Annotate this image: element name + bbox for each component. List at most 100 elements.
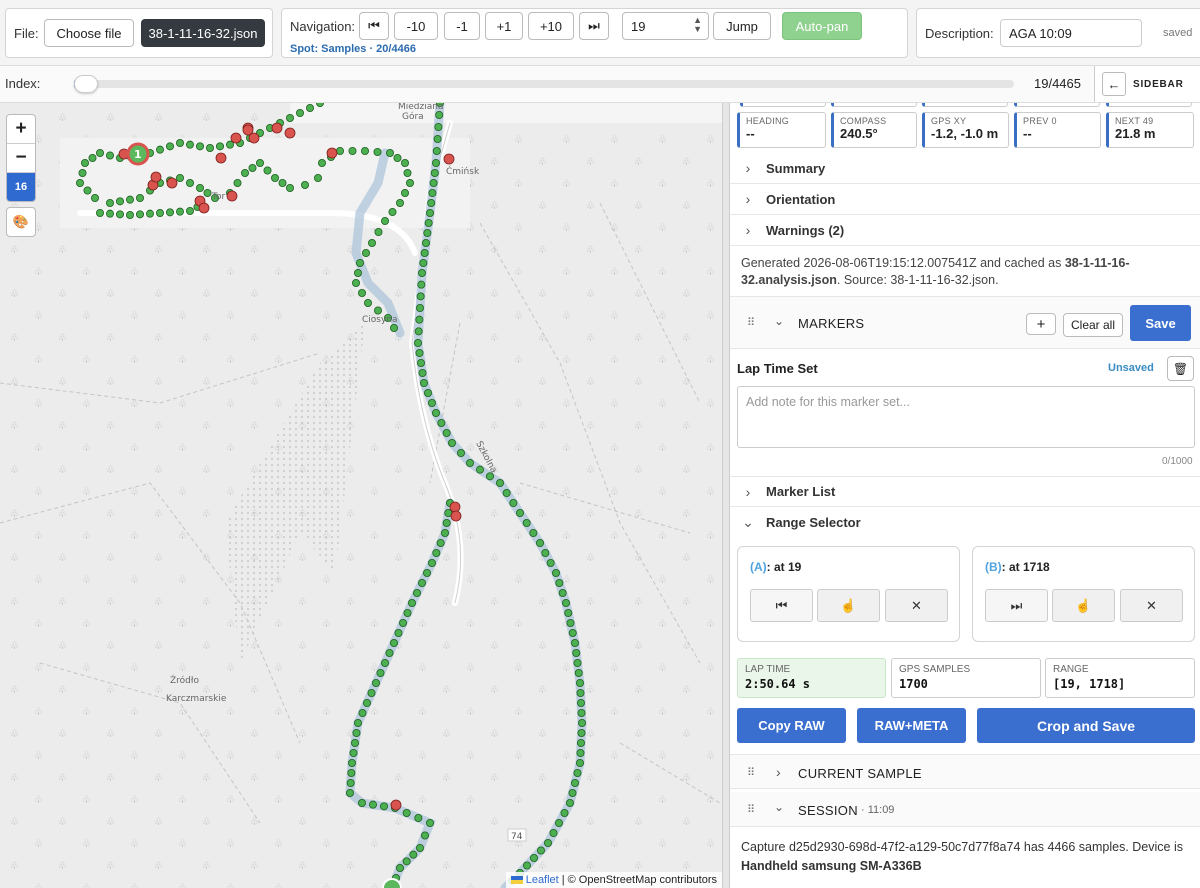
track-point[interactable] <box>380 217 389 226</box>
track-point[interactable] <box>371 679 380 688</box>
track-point[interactable] <box>313 174 322 183</box>
track-point[interactable] <box>465 458 474 467</box>
track-point[interactable] <box>536 538 545 547</box>
map[interactable]: ♧♧ <box>0 103 722 888</box>
track-point[interactable] <box>362 699 371 708</box>
autopan-button[interactable]: Auto-pan <box>782 12 862 40</box>
back-10-button[interactable]: -10 <box>394 12 438 40</box>
section-warnings[interactable]: › Warnings (2) <box>730 215 1200 246</box>
track-point[interactable] <box>530 854 539 863</box>
track-point[interactable] <box>522 518 531 527</box>
clear-b-icon[interactable]: ✕ <box>1120 589 1183 622</box>
warning-point[interactable] <box>443 153 455 165</box>
track-point[interactable] <box>347 769 356 778</box>
track-point[interactable] <box>428 189 437 198</box>
track-point[interactable] <box>316 103 324 107</box>
track-point[interactable] <box>571 779 580 788</box>
track-point[interactable] <box>349 749 358 758</box>
track-point[interactable] <box>421 238 430 247</box>
track-point[interactable] <box>546 558 555 567</box>
track-point[interactable] <box>351 278 360 287</box>
track-point[interactable] <box>420 248 429 257</box>
track-point[interactable] <box>357 799 366 808</box>
track-point[interactable] <box>560 809 569 818</box>
track-point[interactable] <box>577 739 586 748</box>
track-point[interactable] <box>433 135 442 144</box>
track-point[interactable] <box>225 140 234 149</box>
jump-input[interactable]: 19 ▲ ▼ <box>622 12 709 40</box>
track-point[interactable] <box>350 739 359 748</box>
track-point[interactable] <box>427 558 436 567</box>
track-point[interactable] <box>571 639 580 648</box>
leaflet-link[interactable]: Leaflet <box>526 874 559 886</box>
crop-and-save-button[interactable]: Crop and Save <box>977 708 1195 743</box>
track-point[interactable] <box>96 149 105 158</box>
track-point[interactable] <box>419 378 428 387</box>
track-point[interactable] <box>436 538 445 547</box>
track-point[interactable] <box>126 211 135 220</box>
track-point[interactable] <box>423 388 432 397</box>
zoom-out-button[interactable]: − <box>7 144 35 173</box>
track-point[interactable] <box>430 169 439 178</box>
track-point[interactable] <box>409 850 418 859</box>
copy-raw-button[interactable]: Copy RAW <box>737 708 846 743</box>
track-point[interactable] <box>116 197 125 206</box>
track-point[interactable] <box>415 315 424 324</box>
track-point[interactable] <box>415 348 424 357</box>
track-point[interactable] <box>576 759 585 768</box>
track-point[interactable] <box>502 488 511 497</box>
track-point[interactable] <box>555 578 564 587</box>
track-point[interactable] <box>414 814 423 823</box>
track-point[interactable] <box>405 179 414 188</box>
track-point[interactable] <box>573 659 582 668</box>
track-point[interactable] <box>402 857 411 866</box>
track-point[interactable] <box>434 122 443 131</box>
track-point[interactable] <box>402 809 411 818</box>
warning-point[interactable] <box>198 202 210 214</box>
track-point[interactable] <box>175 139 184 148</box>
track-point[interactable] <box>427 398 436 407</box>
track-point[interactable] <box>106 151 115 160</box>
add-marker-button[interactable]: + <box>1026 313 1056 335</box>
track-point[interactable] <box>574 669 583 678</box>
track-point[interactable] <box>358 709 367 718</box>
description-input[interactable]: AGA 10:09 <box>1000 19 1142 47</box>
track-point[interactable] <box>263 166 272 175</box>
track-point[interactable] <box>373 148 382 157</box>
track-point[interactable] <box>135 210 144 219</box>
track-point[interactable] <box>558 588 567 597</box>
track-point[interactable] <box>353 719 362 728</box>
track-point[interactable] <box>440 528 449 537</box>
track-point[interactable] <box>576 679 585 688</box>
track-point[interactable] <box>566 799 575 808</box>
clear-all-button[interactable]: Clear all <box>1063 313 1123 337</box>
track-point[interactable] <box>135 194 144 203</box>
track-point[interactable] <box>88 154 97 163</box>
track-point[interactable] <box>355 258 364 267</box>
track-point[interactable] <box>437 418 446 427</box>
track-point[interactable] <box>215 142 224 151</box>
skip-last-icon[interactable]: ⏭ <box>579 12 609 40</box>
track-point[interactable] <box>335 147 344 156</box>
track-point[interactable] <box>577 709 586 718</box>
track-point[interactable] <box>415 303 424 312</box>
track-point[interactable] <box>564 608 573 617</box>
forward-1-button[interactable]: +1 <box>485 12 523 40</box>
track-point[interactable] <box>423 229 432 238</box>
warning-point[interactable] <box>271 122 283 134</box>
section-range-selector[interactable]: ⌄ Range Selector <box>730 507 1200 538</box>
track-point[interactable] <box>373 306 382 315</box>
track-point[interactable] <box>544 839 553 848</box>
track-point[interactable] <box>425 209 434 218</box>
track-point[interactable] <box>185 179 194 188</box>
track-point[interactable] <box>317 159 326 168</box>
track-point[interactable] <box>420 831 429 840</box>
track-point[interactable] <box>185 207 194 216</box>
pointer-hand-icon[interactable]: ☝ <box>817 589 880 622</box>
skip-first-icon[interactable]: ⏮ <box>359 12 389 40</box>
section-marker-list[interactable]: › Marker List <box>730 476 1200 507</box>
track-point[interactable] <box>403 608 412 617</box>
track-point[interactable] <box>300 181 309 190</box>
drag-handle-icon[interactable]: ⠿ <box>747 316 755 329</box>
track-point[interactable] <box>475 465 484 474</box>
